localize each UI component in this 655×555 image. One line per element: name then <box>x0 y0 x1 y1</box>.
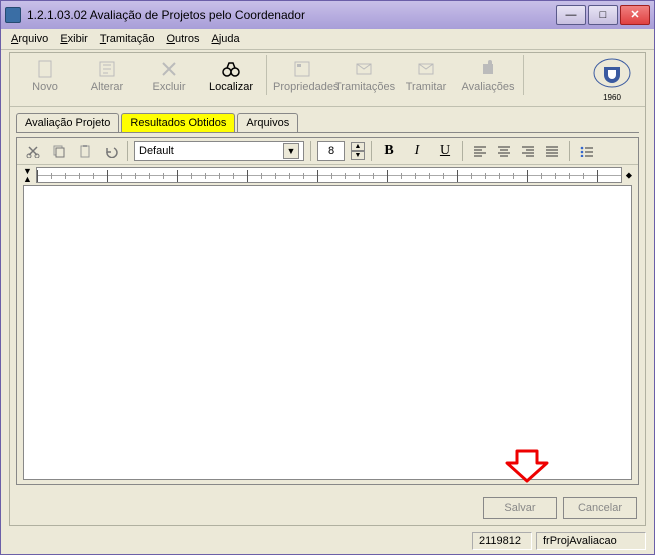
edit-icon <box>97 59 117 79</box>
editor-panel: Default ▼ 8 ▲ ▼ B I U <box>16 137 639 485</box>
font-family-select[interactable]: Default ▼ <box>134 141 304 161</box>
window-controls: — □ ✕ <box>556 5 650 25</box>
italic-button[interactable]: I <box>406 141 428 161</box>
menu-outros[interactable]: Outros <box>166 33 199 45</box>
flows-icon <box>354 59 374 79</box>
minimize-button[interactable]: — <box>556 5 586 25</box>
chevron-up-icon[interactable]: ▲ <box>351 142 365 151</box>
menubar: AArquivorquivo Exibir Tramitação Outros … <box>1 29 654 50</box>
horizontal-ruler[interactable] <box>36 167 622 183</box>
maximize-button[interactable]: □ <box>588 5 618 25</box>
align-justify-button[interactable] <box>541 141 563 161</box>
bold-button[interactable]: B <box>378 141 400 161</box>
puzzle-icon <box>478 59 498 79</box>
font-size-input[interactable]: 8 <box>317 141 345 161</box>
chevron-down-icon[interactable]: ▼ <box>351 151 365 160</box>
status-bar: 2119812 frProjAvaliacao <box>1 530 654 554</box>
align-center-button[interactable] <box>493 141 515 161</box>
tool-tramitar: Tramitar <box>395 55 457 95</box>
font-size-spinner[interactable]: ▲ ▼ <box>351 142 365 160</box>
font-family-value: Default <box>139 145 174 157</box>
cut-icon[interactable] <box>23 141 43 161</box>
menu-tramitacao[interactable]: Tramitação <box>100 33 155 45</box>
format-toolbar: Default ▼ 8 ▲ ▼ B I U <box>17 138 638 165</box>
app-window: 1.2.1.03.02 Avaliação de Projetos pelo C… <box>0 0 655 555</box>
window-title: 1.2.1.03.02 Avaliação de Projetos pelo C… <box>27 8 556 22</box>
tool-excluir: Excluir <box>138 55 200 95</box>
close-button[interactable]: ✕ <box>620 5 650 25</box>
menu-arquivo[interactable]: AArquivorquivo <box>11 33 48 45</box>
dialog-buttons: Salvar Cancelar <box>10 491 645 525</box>
tool-novo: Novo <box>14 55 76 95</box>
ruler-end-marker-icon: ⬥ <box>626 170 632 181</box>
tab-arquivos[interactable]: Arquivos <box>237 113 298 132</box>
send-icon <box>416 59 436 79</box>
menu-ajuda[interactable]: Ajuda <box>211 33 239 45</box>
new-icon <box>35 59 55 79</box>
align-left-button[interactable] <box>469 141 491 161</box>
tab-avaliacao-projeto[interactable]: Avaliação Projeto <box>16 113 119 132</box>
text-editor-canvas[interactable] <box>23 185 632 480</box>
underline-button[interactable]: U <box>434 141 456 161</box>
tool-propriedades: Propriedades <box>271 55 333 95</box>
content-frame: Novo Alterar Excluir Localizar <box>9 52 646 526</box>
copy-icon[interactable] <box>49 141 69 161</box>
status-form-name: frProjAvaliacao <box>536 532 646 550</box>
tab-bar: Avaliação Projeto Resultados Obtidos Arq… <box>10 107 645 132</box>
paste-icon[interactable] <box>75 141 95 161</box>
undo-icon[interactable] <box>101 141 121 161</box>
app-icon <box>5 7 21 23</box>
delete-icon <box>159 59 179 79</box>
tool-tramitacoes: Tramitações <box>333 55 395 95</box>
shield-icon <box>591 57 633 93</box>
cancel-button[interactable]: Cancelar <box>563 497 637 519</box>
tool-localizar[interactable]: Localizar <box>200 55 262 95</box>
titlebar: 1.2.1.03.02 Avaliação de Projetos pelo C… <box>1 1 654 29</box>
indent-arrows-icon[interactable]: ▼▲ <box>23 167 32 183</box>
tool-avaliacoes: Avaliações <box>457 55 519 95</box>
save-button[interactable]: Salvar <box>483 497 557 519</box>
ruler-row: ▼▲ ⬥ <box>17 165 638 185</box>
tool-alterar: Alterar <box>76 55 138 95</box>
dropdown-icon: ▼ <box>283 143 299 159</box>
status-code: 2119812 <box>472 532 532 550</box>
main-toolbar: Novo Alterar Excluir Localizar <box>10 53 645 107</box>
menu-exibir[interactable]: Exibir <box>60 33 88 45</box>
institution-logo: 1960 <box>583 55 641 104</box>
align-right-button[interactable] <box>517 141 539 161</box>
tab-resultados-obtidos[interactable]: Resultados Obtidos <box>121 113 235 132</box>
bullets-button[interactable] <box>576 141 598 161</box>
binoculars-icon <box>221 59 241 79</box>
properties-icon <box>292 59 312 79</box>
